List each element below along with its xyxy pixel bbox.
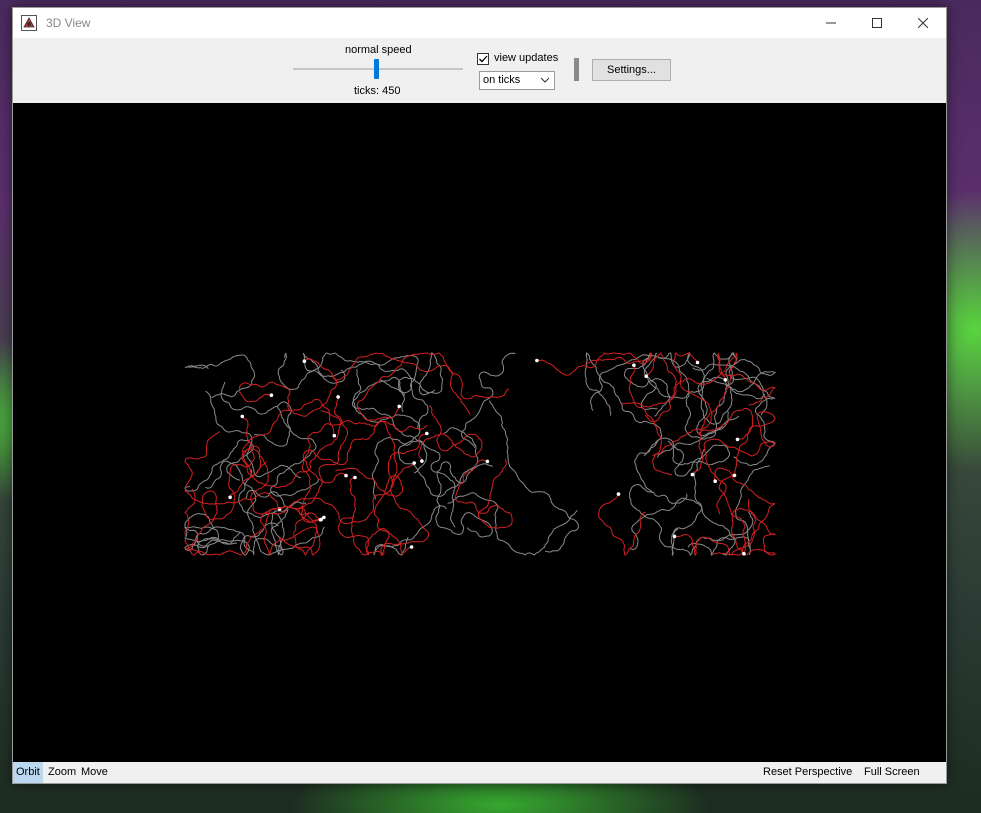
gray-trail (205, 460, 325, 556)
full-screen-button[interactable]: Full Screen (861, 762, 923, 783)
gray-trail (658, 357, 729, 439)
3d-view-window: 3D View normal speed ticks: 450 view upd… (12, 7, 947, 784)
agent-marker (695, 360, 700, 365)
agent-marker (644, 374, 648, 379)
3d-canvas[interactable] (13, 103, 946, 762)
red-trail (335, 467, 412, 557)
close-icon (918, 18, 928, 28)
gray-trail (630, 497, 736, 556)
agent-marker (425, 431, 429, 436)
update-mode-select[interactable]: on ticks (479, 71, 555, 90)
agent-marker (672, 534, 677, 539)
agent-marker (302, 359, 307, 364)
update-mode-value: on ticks (483, 74, 521, 86)
agent-marker (409, 545, 414, 549)
gray-trail (447, 492, 578, 556)
agent-marker (336, 395, 340, 399)
red-trail (302, 421, 398, 484)
red-trail (356, 352, 510, 421)
agent-marker (228, 495, 232, 500)
toolbar-separator (574, 58, 579, 81)
gray-trail (184, 354, 256, 398)
agent-marker (632, 363, 636, 368)
red-trail (598, 493, 646, 556)
gray-trail (584, 351, 663, 494)
agent-marker (344, 473, 348, 478)
agent-marker (742, 551, 746, 556)
agent-marker (690, 472, 695, 477)
agent-marker (616, 492, 621, 496)
view-updates-checkbox[interactable] (477, 53, 489, 65)
chevron-down-icon (540, 77, 550, 83)
agent-marker (332, 433, 337, 438)
gray-trail (460, 352, 516, 448)
gray-trail (398, 352, 444, 396)
gray-trail (397, 427, 479, 497)
agent-marker (485, 459, 490, 464)
status-bar: Orbit Zoom Move Reset Perspective Full S… (13, 762, 946, 783)
gray-trail (351, 376, 456, 528)
agent-marker (318, 518, 323, 522)
gray-trail (205, 390, 302, 479)
minimize-button[interactable] (808, 8, 854, 38)
gray-trail (488, 400, 580, 553)
zoom-mode-button[interactable]: Zoom (45, 762, 79, 783)
maximize-icon (872, 18, 882, 28)
gray-trail (269, 405, 320, 497)
orbit-mode-button[interactable]: Orbit (13, 762, 43, 783)
red-trail (337, 477, 390, 556)
close-button[interactable] (900, 8, 946, 38)
checkmark-icon (479, 55, 488, 63)
gray-trail (352, 369, 421, 500)
red-trail (242, 396, 349, 515)
minimize-icon (826, 22, 836, 24)
move-mode-button[interactable]: Move (78, 762, 111, 783)
maximize-button[interactable] (854, 8, 900, 38)
reset-perspective-button[interactable]: Reset Perspective (760, 762, 855, 783)
title-bar[interactable]: 3D View (13, 8, 946, 38)
agent-marker (412, 461, 417, 465)
toolbar: normal speed ticks: 450 view updates on … (13, 38, 946, 102)
agent-marker (240, 414, 245, 419)
speed-label: normal speed (345, 44, 412, 56)
agent-marker (535, 358, 539, 363)
agent-marker (735, 437, 740, 442)
agent-marker (397, 404, 402, 409)
window-title: 3D View (46, 16, 91, 30)
agent-marker (732, 473, 737, 478)
agent-marker (269, 393, 274, 398)
agent-marker (420, 459, 424, 463)
agent-trails (183, 351, 777, 557)
red-trail (454, 459, 513, 529)
speed-slider-thumb[interactable] (374, 59, 379, 79)
settings-button[interactable]: Settings... (592, 59, 671, 81)
agent-marker (723, 378, 728, 382)
gray-trail (687, 465, 770, 556)
agent-marker (713, 479, 717, 484)
red-trail (184, 416, 255, 555)
app-icon (21, 15, 37, 31)
ticks-counter: ticks: 450 (354, 85, 401, 97)
agent-marker (353, 475, 357, 480)
red-trail (380, 433, 430, 556)
view-updates-label[interactable]: view updates (494, 52, 558, 64)
